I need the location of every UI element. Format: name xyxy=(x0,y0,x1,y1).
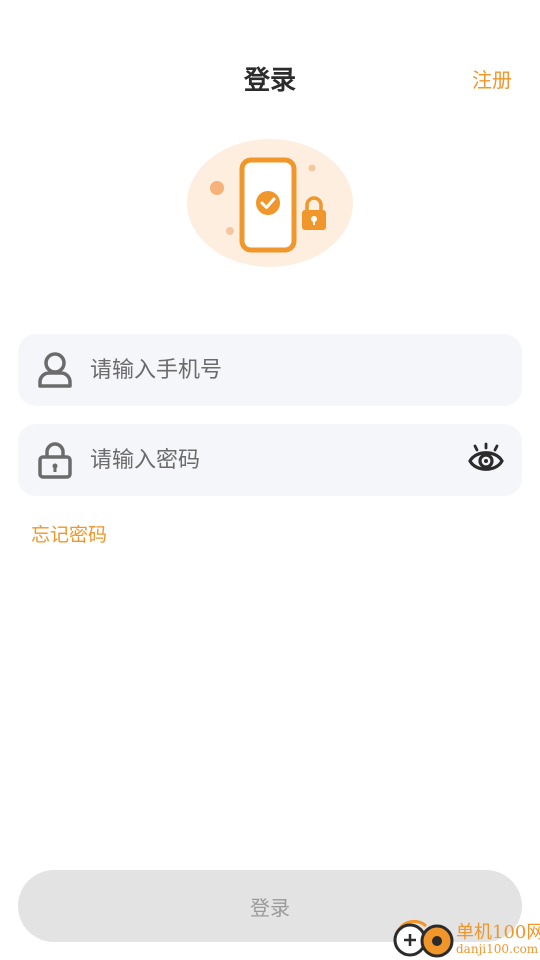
phone-input[interactable] xyxy=(90,334,450,406)
watermark-logo-icon xyxy=(393,919,454,958)
eye-icon[interactable] xyxy=(468,442,504,478)
watermark-name: 单机100网 xyxy=(456,922,540,943)
password-field xyxy=(18,424,522,496)
watermark: 单机100网 danji100.com xyxy=(390,914,540,960)
forgot-password-link[interactable]: 忘记密码 xyxy=(31,520,107,547)
page-title: 登录 xyxy=(243,66,296,96)
phone-lock-illustration xyxy=(187,139,353,267)
user-icon xyxy=(38,352,72,388)
password-input[interactable] xyxy=(90,424,450,496)
register-link[interactable]: 注册 xyxy=(472,64,512,93)
watermark-url: danji100.com xyxy=(456,942,539,956)
lock-icon xyxy=(38,442,72,479)
phone-field xyxy=(18,334,522,406)
